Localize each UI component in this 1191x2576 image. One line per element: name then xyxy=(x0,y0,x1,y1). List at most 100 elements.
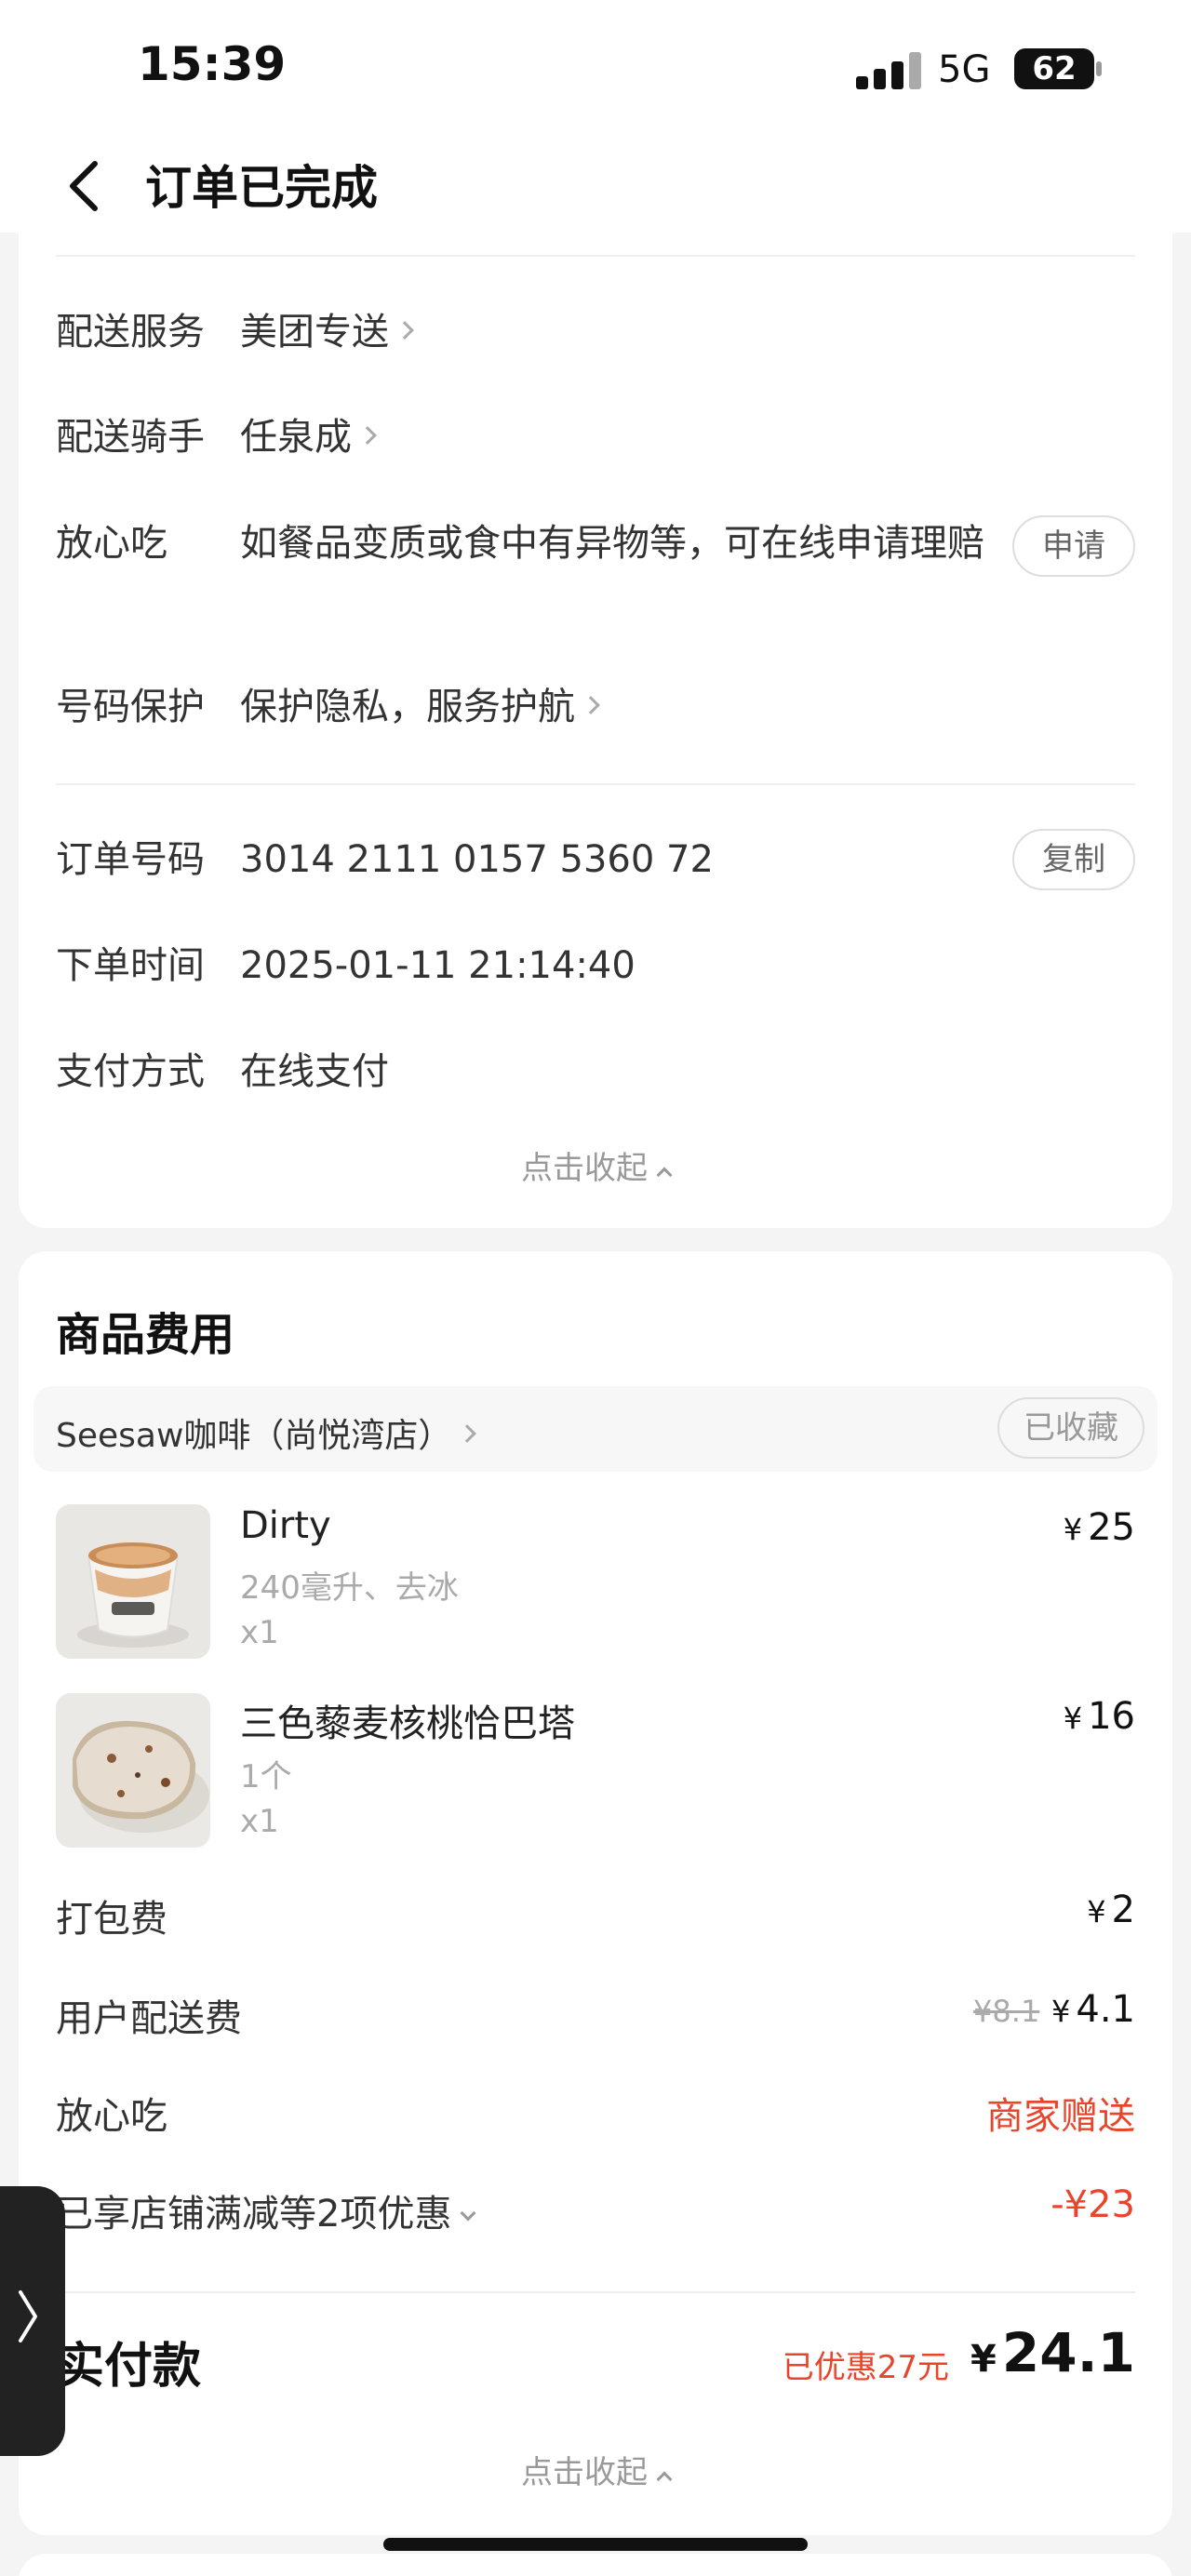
total-row: 实付款 已优惠27元 ¥24.1 xyxy=(56,2321,1135,2396)
privacy-value[interactable]: 保护隐私，服务护航 xyxy=(240,679,600,735)
privacy-text: 保护隐私，服务护航 xyxy=(240,686,575,728)
delivery-service-value[interactable]: 美团专送 xyxy=(240,304,414,360)
item-qty: x1 xyxy=(240,1614,279,1651)
rider-name: 任泉成 xyxy=(240,416,352,459)
signal-icon xyxy=(856,52,921,89)
total-amount: ¥24.1 xyxy=(970,2321,1135,2384)
packing-fee-label: 打包费 xyxy=(56,1898,167,1941)
delivery-fee-label: 用户配送费 xyxy=(56,1997,242,2040)
item-price: ¥16 xyxy=(1064,1695,1135,1738)
chevron-right-icon xyxy=(395,321,414,340)
order-time-row: 下单时间 2025-01-11 21:14:40 xyxy=(56,938,1135,994)
item-name: Dirty xyxy=(240,1504,331,1547)
order-info-card: 配送服务 美团专送 配送骑手 任泉成 放心吃 如餐品变质或食中有异物等，可在线申… xyxy=(19,233,1172,1228)
safe-eat-fee-label: 放心吃 xyxy=(56,2095,167,2138)
currency-symbol: ¥ xyxy=(1051,1994,1071,2029)
rider-row[interactable]: 配送骑手 任泉成 xyxy=(56,409,1135,465)
item-spec: 240毫升、去冰 xyxy=(240,1569,459,1607)
collapse-text: 点击收起 xyxy=(521,1150,648,1187)
safe-eat-label: 放心吃 xyxy=(56,522,167,565)
coffee-image xyxy=(56,1504,210,1659)
packing-fee-row: 打包费 ¥2 xyxy=(56,1889,1135,1944)
payment-value: 在线支付 xyxy=(240,1050,389,1093)
bread-image xyxy=(56,1693,210,1848)
status-bar: 15:39 5G 62 xyxy=(0,0,1191,140)
collapse-toggle[interactable]: 点击收起 xyxy=(19,1142,1172,1188)
delivery-service-label: 配送服务 xyxy=(56,311,205,354)
shop-name-text: Seesaw咖啡（尚悦湾店） xyxy=(56,1417,452,1455)
safe-eat-fee-row: 放心吃 商家赠送 xyxy=(56,2086,1135,2142)
battery-tip xyxy=(1096,61,1102,76)
currency-symbol: ¥ xyxy=(970,2338,997,2381)
total-value: 24.1 xyxy=(1001,2321,1135,2384)
delivery-fee-amount: 4.1 xyxy=(1076,1988,1135,2031)
goods-item[interactable]: Dirty 240毫升、去冰 x1 ¥25 xyxy=(56,1504,1135,1662)
chevron-down-icon xyxy=(460,2205,476,2222)
battery-icon: 62 xyxy=(1014,48,1094,89)
discount-label[interactable]: 已享店铺满减等2项优惠 xyxy=(56,2183,476,2237)
total-discount: 已优惠27元 xyxy=(782,2349,949,2386)
apply-button[interactable]: 申请 xyxy=(1012,515,1135,577)
divider xyxy=(56,2291,1135,2293)
divider xyxy=(56,255,1135,257)
divider xyxy=(56,783,1135,785)
copy-button[interactable]: 复制 xyxy=(1012,829,1135,890)
privacy-label: 号码保护 xyxy=(56,686,205,728)
payment-row: 支付方式 在线支付 xyxy=(56,1044,1135,1100)
nav-bar: 订单已完成 xyxy=(0,140,1191,233)
privacy-row[interactable]: 号码保护 保护隐私，服务护航 xyxy=(56,679,1135,735)
safe-eat-value: 如餐品变质或食中有异物等，可在线申请理赔 xyxy=(240,522,984,565)
currency-symbol: ¥ xyxy=(1087,1894,1106,1929)
currency-symbol: ¥ xyxy=(1063,1701,1083,1736)
item-name: 三色藜麦核桃恰巴塔 xyxy=(240,1702,575,1745)
status-time: 15:39 xyxy=(138,37,287,91)
discount-label-text: 已享店铺满减等2项优惠 xyxy=(56,2193,452,2236)
safe-eat-row: 放心吃 如餐品变质或食中有异物等，可在线申请理赔 申请 xyxy=(56,515,1135,627)
payment-label: 支付方式 xyxy=(56,1050,205,1093)
delivery-service-row[interactable]: 配送服务 美团专送 xyxy=(56,304,1135,360)
delivery-fee-row: 用户配送费 ¥8.1 ¥4.1 xyxy=(56,1988,1135,2044)
original-fee: ¥8.1 xyxy=(973,1994,1040,2029)
side-handle[interactable] xyxy=(0,2186,65,2456)
order-time-value: 2025-01-11 21:14:40 xyxy=(240,944,636,987)
order-number-row: 订单号码 3014 2111 0157 5360 72 复制 xyxy=(56,829,1135,890)
discount-row[interactable]: 已享店铺满减等2项优惠 -¥23 xyxy=(56,2183,1135,2239)
network-type: 5G xyxy=(938,48,991,91)
packing-fee-value: ¥2 xyxy=(1087,1889,1135,1931)
chevron-up-icon xyxy=(656,1167,673,1183)
side-handle-arrow-icon xyxy=(17,2289,39,2344)
favorited-button[interactable]: 已收藏 xyxy=(997,1397,1144,1459)
discount-value: -¥23 xyxy=(1050,2183,1135,2226)
packing-fee-amount: 2 xyxy=(1111,1889,1135,1931)
item-price: ¥25 xyxy=(1064,1506,1135,1549)
next-card xyxy=(19,2554,1172,2576)
order-number-value: 3014 2111 0157 5360 72 xyxy=(240,838,714,881)
rider-value[interactable]: 任泉成 xyxy=(240,409,377,465)
chevron-right-icon xyxy=(458,1424,477,1443)
delivery-service-text: 美团专送 xyxy=(240,311,389,354)
chevron-right-icon xyxy=(358,426,377,445)
order-number-label: 订单号码 xyxy=(56,838,205,881)
delivery-fee-value: ¥8.1 ¥4.1 xyxy=(973,1988,1135,2031)
item-qty: x1 xyxy=(240,1803,279,1840)
chevron-right-icon xyxy=(582,696,600,714)
goods-item[interactable]: 三色藜麦核桃恰巴塔 1个 x1 ¥16 xyxy=(56,1693,1135,1851)
order-time-label: 下单时间 xyxy=(56,944,205,987)
collapse-text: 点击收起 xyxy=(521,2454,648,2491)
collapse-toggle[interactable]: 点击收起 xyxy=(19,2447,1172,2492)
chevron-up-icon xyxy=(656,2471,673,2488)
price-value: 16 xyxy=(1088,1695,1135,1738)
home-indicator[interactable] xyxy=(383,2538,808,2551)
goods-fee-card: 商品费用 Seesaw咖啡（尚悦湾店） 已收藏 Dirty 240毫升、去冰 x… xyxy=(19,1251,1172,2535)
shop-row[interactable]: Seesaw咖啡（尚悦湾店） 已收藏 xyxy=(33,1386,1158,1472)
shop-name[interactable]: Seesaw咖啡（尚悦湾店） xyxy=(56,1408,477,1457)
rider-label: 配送骑手 xyxy=(56,416,205,459)
currency-symbol: ¥ xyxy=(1063,1512,1083,1547)
item-spec: 1个 xyxy=(240,1758,292,1795)
back-arrow-icon[interactable] xyxy=(60,151,115,221)
price-value: 25 xyxy=(1088,1506,1135,1549)
section-title: 商品费用 xyxy=(56,1309,235,1361)
safe-eat-fee-value: 商家赠送 xyxy=(986,2095,1135,2138)
total-label: 实付款 xyxy=(56,2339,202,2395)
page-title: 订单已完成 xyxy=(145,161,378,215)
